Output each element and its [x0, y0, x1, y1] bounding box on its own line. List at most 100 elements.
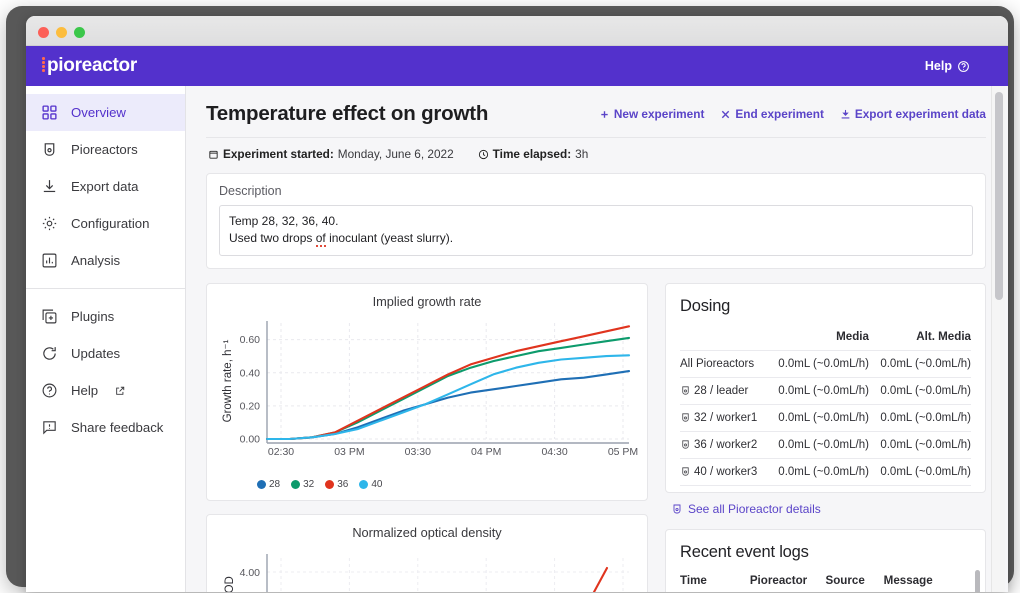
- brand-dots-icon: [42, 57, 46, 72]
- dosing-table-header: Media Alt. Media: [680, 326, 971, 351]
- dosing-col-media: Media: [836, 329, 869, 343]
- sidebar-item-label: Overview: [71, 105, 126, 120]
- sidebar-item-plugins[interactable]: Plugins: [26, 298, 185, 335]
- dosing-col-alt-media: Alt. Media: [916, 329, 971, 343]
- normalized-optical-density-chart[interactable]: 4.00 nOD: [215, 542, 639, 592]
- zoom-window-button[interactable]: [74, 27, 85, 38]
- legend-item-40[interactable]: 40: [359, 478, 383, 490]
- event-logs-scrollbar-thumb[interactable]: [975, 569, 980, 592]
- browser-window: pioreactor Help Overview Pioreactors Exp…: [26, 16, 1008, 592]
- y-tick-label: 0.60: [240, 334, 261, 346]
- description-line-1: Temp 28, 32, 36, 40.: [229, 214, 339, 228]
- minimize-window-button[interactable]: [56, 27, 67, 38]
- export-experiment-data-button[interactable]: Export experiment data: [840, 107, 986, 121]
- download-icon: [841, 109, 850, 118]
- sidebar-divider: [26, 288, 185, 289]
- vessel-icon: [673, 504, 681, 514]
- help-button[interactable]: Help: [925, 59, 970, 73]
- sidebar-item-analysis[interactable]: Analysis: [26, 242, 185, 279]
- help-label: Help: [924, 59, 952, 73]
- legend-swatch: [257, 479, 266, 489]
- experiment-started-label: Experiment started:: [223, 147, 334, 161]
- help-circle-icon: [958, 60, 969, 72]
- logs-col-source: Source: [825, 570, 884, 592]
- sidebar-item-updates[interactable]: Updates: [26, 335, 185, 372]
- vessel-icon: [682, 413, 689, 422]
- sidebar-item-label: Pioreactors: [71, 142, 138, 157]
- logs-col-time: Time: [680, 570, 750, 592]
- clock-icon: [478, 149, 488, 159]
- sidebar-item-share-feedback[interactable]: Share feedback: [26, 409, 185, 446]
- dosing-row-media: 0.0mL (~0.0mL/h): [766, 376, 869, 405]
- dosing-row-media: 0.0mL (~0.0mL/h): [766, 457, 869, 486]
- sidebar-item-export-data[interactable]: Export data: [26, 168, 185, 205]
- x-tick-label: 04 PM: [471, 446, 501, 458]
- y-tick-label: 0.40: [240, 367, 261, 379]
- sidebar-item-configuration[interactable]: Configuration: [26, 205, 185, 242]
- chart-title: Normalized optical density: [352, 524, 502, 540]
- external-link-icon: [116, 386, 125, 395]
- table-row: All Pioreactors 0.0mL (~0.0mL/h) 0.0mL (~0…: [680, 349, 971, 378]
- dosing-row-media: 0.0mL (~0.0mL/h): [766, 430, 869, 459]
- sidebar-item-label: Analysis: [71, 253, 121, 268]
- new-experiment-button[interactable]: New experiment: [599, 107, 704, 121]
- x-tick-label: 03 PM: [334, 446, 364, 458]
- time-elapsed-label: Time elapsed:: [492, 147, 572, 161]
- plugin-icon: [41, 308, 58, 325]
- table-row: 28 / leader 0.0mL (~0.0mL/h) 0.0mL (~0.0mL…: [680, 376, 971, 405]
- sidebar-item-overview[interactable]: Overview: [26, 94, 185, 131]
- dosing-row-alt-media: 0.0mL (~0.0mL/h): [868, 457, 971, 486]
- y-tick-label: 0.00: [240, 433, 261, 445]
- experiment-started: Experiment started: Monday, June 6, 2022: [208, 147, 454, 161]
- see-all-pioreactor-details-link[interactable]: See all Pioreactor details: [671, 502, 986, 516]
- experiment-meta: Experiment started: Monday, June 6, 2022…: [206, 138, 986, 161]
- dosing-row-media: 0.0mL (~0.0mL/h): [766, 403, 869, 432]
- legend-swatch: [291, 479, 301, 489]
- end-experiment-button[interactable]: End experiment: [720, 107, 824, 121]
- sidebar-item-label: Updates: [71, 346, 121, 361]
- chart-series-36: [265, 325, 631, 440]
- table-row: 36 / worker2 0.0mL (~0.0mL/h) 0.0mL (~0.0m…: [680, 430, 971, 459]
- y-axis-label: Growth rate, h⁻¹: [222, 339, 234, 422]
- legend-label: 40: [371, 478, 383, 490]
- x-tick-label: 02:30: [268, 446, 294, 458]
- sidebar-item-help[interactable]: Help: [26, 372, 185, 409]
- description-line-2: Used two drops of inoculant (yeast slurr…: [229, 231, 454, 248]
- chart-series-32: [265, 336, 631, 440]
- implied-growth-rate-card: Implied growth rate 02:30 03 PM 03:30 04 PM…: [206, 282, 648, 501]
- legend-item-36[interactable]: 36: [325, 479, 348, 490]
- dosing-title: Dosing: [680, 296, 731, 315]
- experiment-started-value: Monday, June 6, 2022: [337, 147, 454, 161]
- page-scrollbar-thumb[interactable]: [995, 92, 1003, 300]
- grid-icon: [41, 104, 58, 121]
- event-logs-table-header: Time Pioreactor Source Message: [680, 570, 971, 592]
- see-all-pioreactor-details-label: See all Pioreactor details: [688, 501, 821, 516]
- dosing-row-media: 0.0mL (~0.0mL/h): [766, 349, 869, 378]
- legend-item-32[interactable]: 32: [291, 479, 314, 490]
- y-tick-label: 4.00: [240, 567, 261, 579]
- desktop-backdrop: pioreactor Help Overview Pioreactors Exp…: [0, 0, 1020, 593]
- dosing-card: Dosing Media Alt. Media All Pioreactors 0…: [665, 282, 986, 493]
- legend-swatch: [359, 479, 369, 489]
- feedback-icon: [41, 419, 58, 436]
- description-textarea[interactable]: Temp 28, 32, 36, 40. Used two drops of i…: [219, 205, 973, 256]
- close-x-icon: [722, 110, 730, 118]
- page-scrollbar[interactable]: [991, 86, 1005, 592]
- app-navbar: pioreactor Help: [26, 46, 1008, 86]
- close-window-button[interactable]: [38, 27, 49, 38]
- dosing-row-name: 40 / worker3: [680, 457, 767, 486]
- new-experiment-label: New experiment: [613, 107, 705, 121]
- legend-item-28[interactable]: 28: [257, 479, 280, 490]
- dosing-row-name: 32 / worker1: [680, 403, 767, 432]
- help-circle-icon: [41, 382, 58, 399]
- dashboard-cards: Implied growth rate 02:30 03 PM 03:30 04 PM…: [206, 282, 986, 592]
- brand-logo[interactable]: pioreactor: [42, 55, 137, 77]
- sidebar-item-pioreactors[interactable]: Pioreactors: [26, 131, 185, 168]
- implied-growth-rate-chart[interactable]: 02:30 03 PM 03:30 04 PM 04:30 05 PM 0.00 0.20 0.…: [215, 311, 639, 476]
- logs-col-pioreactor: Pioreactor: [749, 570, 826, 592]
- header-actions: New experiment End experiment Export exp…: [599, 107, 986, 121]
- vessel-icon: [41, 141, 58, 158]
- description-card: Description Temp 28, 32, 36, 40. Used tw…: [206, 173, 986, 269]
- gear-icon: [41, 215, 58, 232]
- calendar-icon: [209, 150, 218, 159]
